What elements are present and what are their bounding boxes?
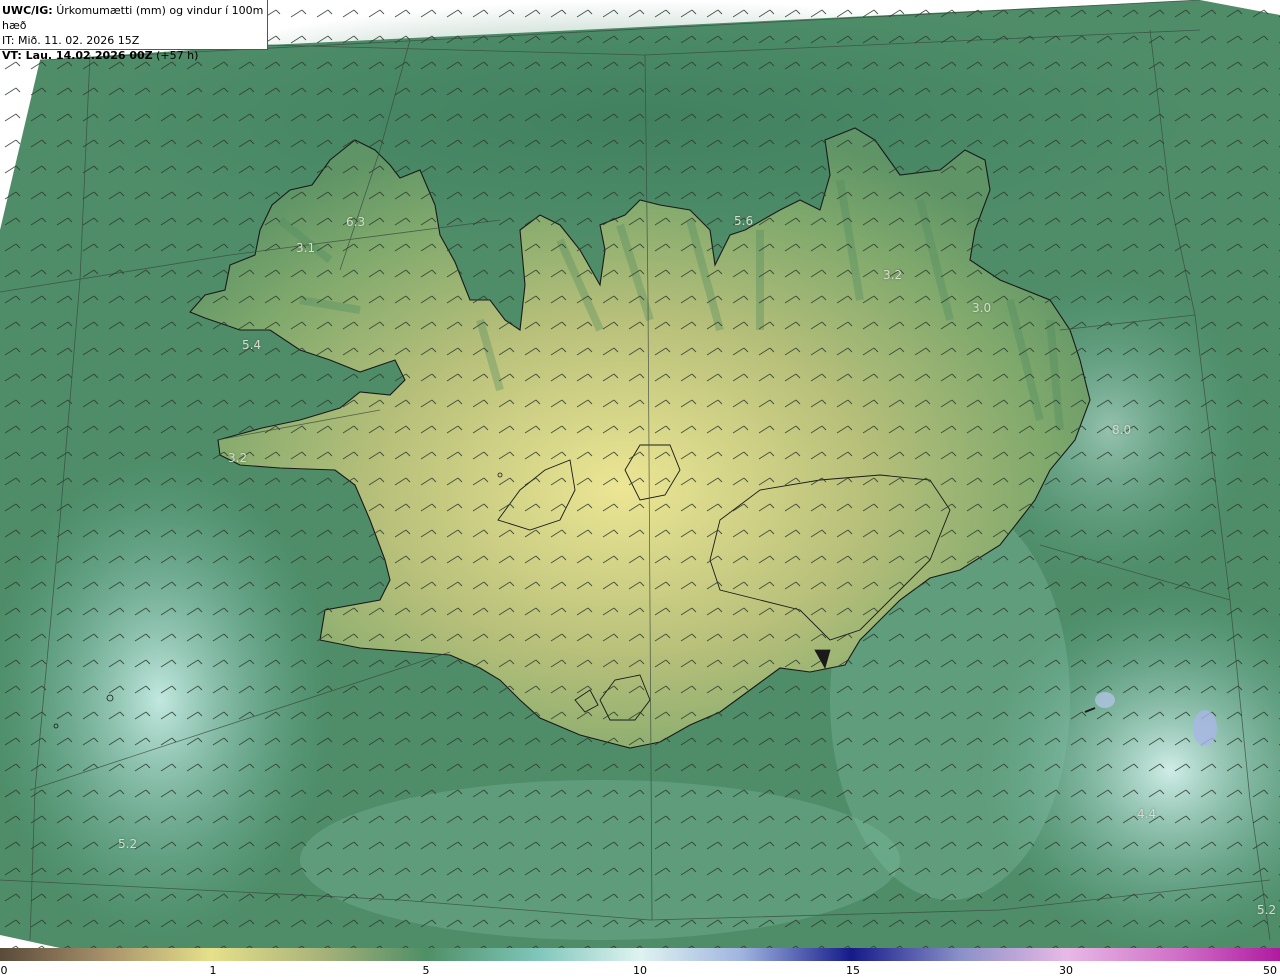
value-label: 8.0: [1112, 423, 1132, 437]
value-label: 3.2: [883, 268, 903, 282]
model-name: UWC/IG:: [2, 4, 53, 17]
colorbar: [0, 948, 1280, 961]
colorbar-tick: 0: [0, 964, 8, 977]
value-label: 6.3: [346, 215, 366, 229]
value-label: 5.4: [242, 338, 262, 352]
value-label: 5.2: [118, 837, 138, 851]
value-label: 5.2: [1257, 903, 1277, 917]
value-label: 5.6: [734, 214, 754, 228]
forecast-offset: (+57 h): [156, 49, 199, 62]
colorbar-tick: 10: [633, 964, 647, 977]
value-label: 4.4: [1137, 807, 1157, 821]
colorbar-tick: 30: [1059, 964, 1073, 977]
map-title-box: UWC/IG: Úrkomumætti (mm) og vindur í 100…: [0, 0, 268, 62]
map-canvas: [0, 0, 1280, 948]
colorbar-tick: 1: [209, 964, 217, 977]
weather-map: 6.3 3.1 5.4 3.2 5.6 3.2 3.0 8.0 4.4 5.2 …: [0, 0, 1280, 948]
colorbar-tick: 5: [422, 964, 430, 977]
value-label: 3.2: [228, 451, 248, 465]
colorbar-labels: 0 1 5 10 15 30 50: [0, 961, 1280, 978]
value-label: 3.0: [972, 301, 992, 315]
valid-time-line: VT: Lau. 14.02.2026 00Z (+57 h): [2, 48, 264, 63]
colorbar-tick: 15: [846, 964, 860, 977]
initial-time: IT: Mið. 11. 02. 2026 15Z: [2, 34, 140, 47]
colorbar-tick: 50: [1263, 964, 1277, 977]
title-line: UWC/IG: Úrkomumætti (mm) og vindur í 100…: [2, 3, 264, 33]
value-label: 3.1: [296, 241, 316, 255]
valid-time: VT: Lau. 14.02.2026 00Z: [2, 49, 153, 62]
